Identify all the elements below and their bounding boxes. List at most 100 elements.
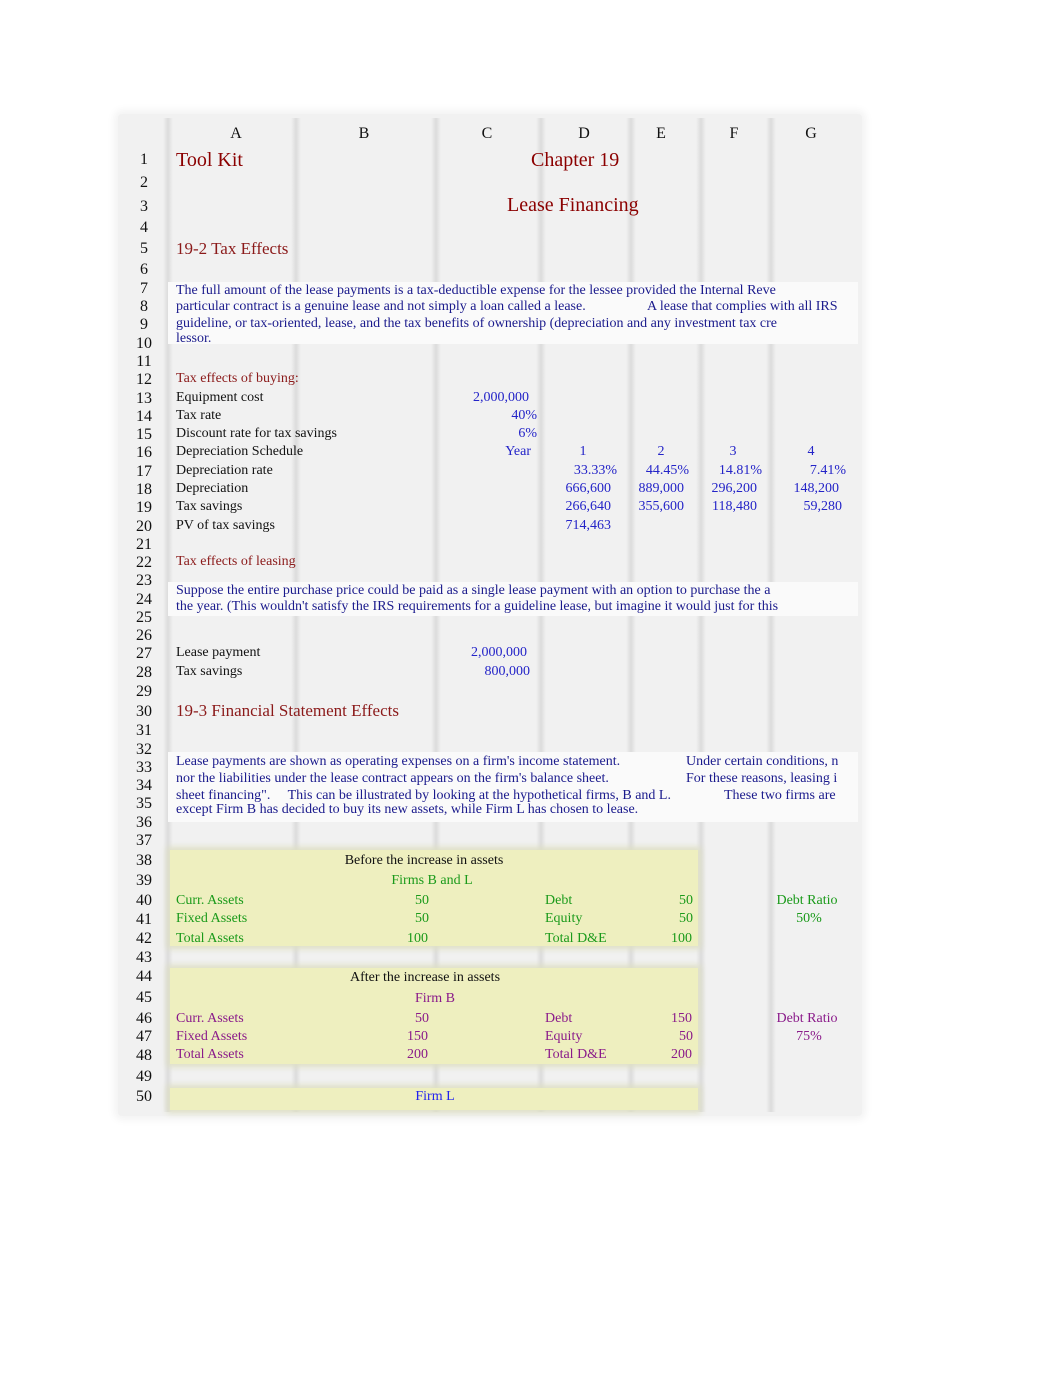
row-number[interactable]: 50	[130, 1088, 158, 1106]
row-number[interactable]: 5	[130, 240, 158, 258]
row-number[interactable]: 27	[130, 645, 158, 663]
row-number[interactable]: 4	[130, 219, 158, 237]
row-number[interactable]: 33	[130, 759, 158, 777]
tax-savings-cell[interactable]: 355,600	[620, 499, 685, 515]
row-number[interactable]: 49	[130, 1068, 158, 1086]
column-header-g[interactable]: G	[791, 126, 831, 142]
row-number[interactable]: 20	[130, 518, 158, 536]
row-number[interactable]: 7	[130, 280, 158, 298]
tax-paragraph-line: The full amount of the lease payments is…	[176, 283, 776, 298]
row-number[interactable]: 17	[130, 463, 158, 481]
depreciation-cell[interactable]: 666,600	[540, 481, 612, 497]
year-label: Year	[505, 444, 531, 459]
row-number[interactable]: 12	[130, 371, 158, 389]
row-number[interactable]: 45	[130, 989, 158, 1007]
row-number[interactable]: 46	[130, 1010, 158, 1028]
fixed-assets-cell[interactable]: 50	[380, 911, 429, 927]
total-de-cell[interactable]: 200	[640, 1047, 692, 1063]
tax-rate-cell[interactable]: 40%	[440, 408, 537, 424]
column-header-c[interactable]: C	[467, 126, 507, 142]
discount-rate-cell[interactable]: 6%	[440, 426, 537, 442]
row-number[interactable]: 11	[130, 353, 158, 371]
row-number[interactable]: 40	[130, 892, 158, 910]
row-number[interactable]: 1	[130, 151, 158, 169]
equity-cell[interactable]: 50	[640, 911, 693, 927]
row-number[interactable]: 31	[130, 722, 158, 740]
row-number[interactable]: 43	[130, 949, 158, 967]
year-header: 2	[657, 444, 665, 459]
row-number[interactable]: 14	[130, 408, 158, 426]
tax-paragraph-line: lessor.	[176, 331, 212, 346]
row-number[interactable]: 35	[130, 795, 158, 813]
debt-ratio-label: Debt Ratio	[776, 893, 838, 908]
row-number[interactable]: 29	[130, 683, 158, 701]
leasing-paragraph-line: Suppose the entire purchase price could …	[176, 583, 771, 598]
equipment-cost-cell[interactable]: 2,000,000	[440, 390, 529, 406]
debt-ratio-cell[interactable]: 75%	[770, 1029, 848, 1045]
row-number[interactable]: 21	[130, 536, 158, 554]
curr-assets-cell[interactable]: 50	[380, 893, 429, 909]
total-assets-cell[interactable]: 200	[380, 1047, 428, 1063]
row-number[interactable]: 42	[130, 930, 158, 948]
row-number[interactable]: 34	[130, 777, 158, 795]
row-number[interactable]: 36	[130, 814, 158, 832]
row-number[interactable]: 23	[130, 572, 158, 590]
row-number[interactable]: 48	[130, 1047, 158, 1065]
row-number[interactable]: 25	[130, 609, 158, 627]
row-number[interactable]: 8	[130, 298, 158, 316]
depreciation-rate-cell[interactable]: 33.33%	[540, 463, 617, 479]
debt-ratio-label: Debt Ratio	[776, 1011, 838, 1026]
depreciation-cell[interactable]: 296,200	[692, 481, 758, 497]
column-header-e[interactable]: E	[641, 126, 681, 142]
row-number[interactable]: 39	[130, 872, 158, 890]
lease-tax-savings-cell[interactable]: 800,000	[440, 664, 531, 680]
lease-payment-label: Lease payment	[176, 645, 261, 660]
column-header-d[interactable]: D	[564, 126, 604, 142]
depreciation-rate-cell[interactable]: 44.45%	[620, 463, 689, 479]
row-number[interactable]: 38	[130, 852, 158, 870]
column-header-b[interactable]: B	[344, 126, 384, 142]
row-number[interactable]: 13	[130, 390, 158, 408]
depreciation-rate-cell[interactable]: 14.81%	[692, 463, 762, 479]
fin-paragraph-line: For these reasons, leasing i	[686, 771, 838, 786]
tax-savings-cell[interactable]: 59,280	[766, 499, 843, 515]
total-de-cell[interactable]: 100	[640, 931, 692, 947]
fixed-assets-cell[interactable]: 150	[380, 1029, 428, 1045]
debt-ratio-cell[interactable]: 50%	[770, 911, 848, 927]
row-number[interactable]: 22	[130, 554, 158, 572]
equity-cell[interactable]: 50	[640, 1029, 693, 1045]
row-number[interactable]: 41	[130, 911, 158, 929]
column-header-f[interactable]: F	[714, 126, 754, 142]
row-number[interactable]: 3	[130, 198, 158, 216]
column-header-a[interactable]: A	[216, 126, 256, 142]
row-number[interactable]: 9	[130, 316, 158, 334]
row-number[interactable]: 30	[130, 703, 158, 721]
row-number[interactable]: 26	[130, 627, 158, 645]
row-number[interactable]: 15	[130, 426, 158, 444]
depreciation-cell[interactable]: 889,000	[620, 481, 685, 497]
row-number[interactable]: 18	[130, 481, 158, 499]
row-number[interactable]: 16	[130, 444, 158, 462]
depreciation-rate-label: Depreciation rate	[176, 463, 273, 478]
debt-cell[interactable]: 150	[640, 1011, 692, 1027]
lease-payment-cell[interactable]: 2,000,000	[440, 645, 527, 661]
curr-assets-cell[interactable]: 50	[380, 1011, 429, 1027]
before-firm-label: Firms B and L	[391, 873, 473, 888]
row-number[interactable]: 6	[130, 261, 158, 279]
row-number[interactable]: 37	[130, 832, 158, 850]
row-number[interactable]: 19	[130, 499, 158, 517]
depreciation-cell[interactable]: 148,200	[766, 481, 840, 497]
tax-savings-cell[interactable]: 118,480	[692, 499, 757, 515]
depreciation-rate-cell[interactable]: 7.41%	[766, 463, 846, 479]
row-number[interactable]: 24	[130, 591, 158, 609]
debt-cell[interactable]: 50	[640, 893, 693, 909]
row-number[interactable]: 10	[130, 335, 158, 353]
row-number[interactable]: 44	[130, 968, 158, 986]
row-number[interactable]: 47	[130, 1028, 158, 1046]
tax-savings-cell[interactable]: 266,640	[540, 499, 612, 515]
total-assets-cell[interactable]: 100	[380, 931, 428, 947]
row-number[interactable]: 32	[130, 741, 158, 759]
row-number[interactable]: 28	[130, 664, 158, 682]
pv-tax-savings-cell[interactable]: 714,463	[540, 518, 612, 534]
row-number[interactable]: 2	[130, 174, 158, 192]
